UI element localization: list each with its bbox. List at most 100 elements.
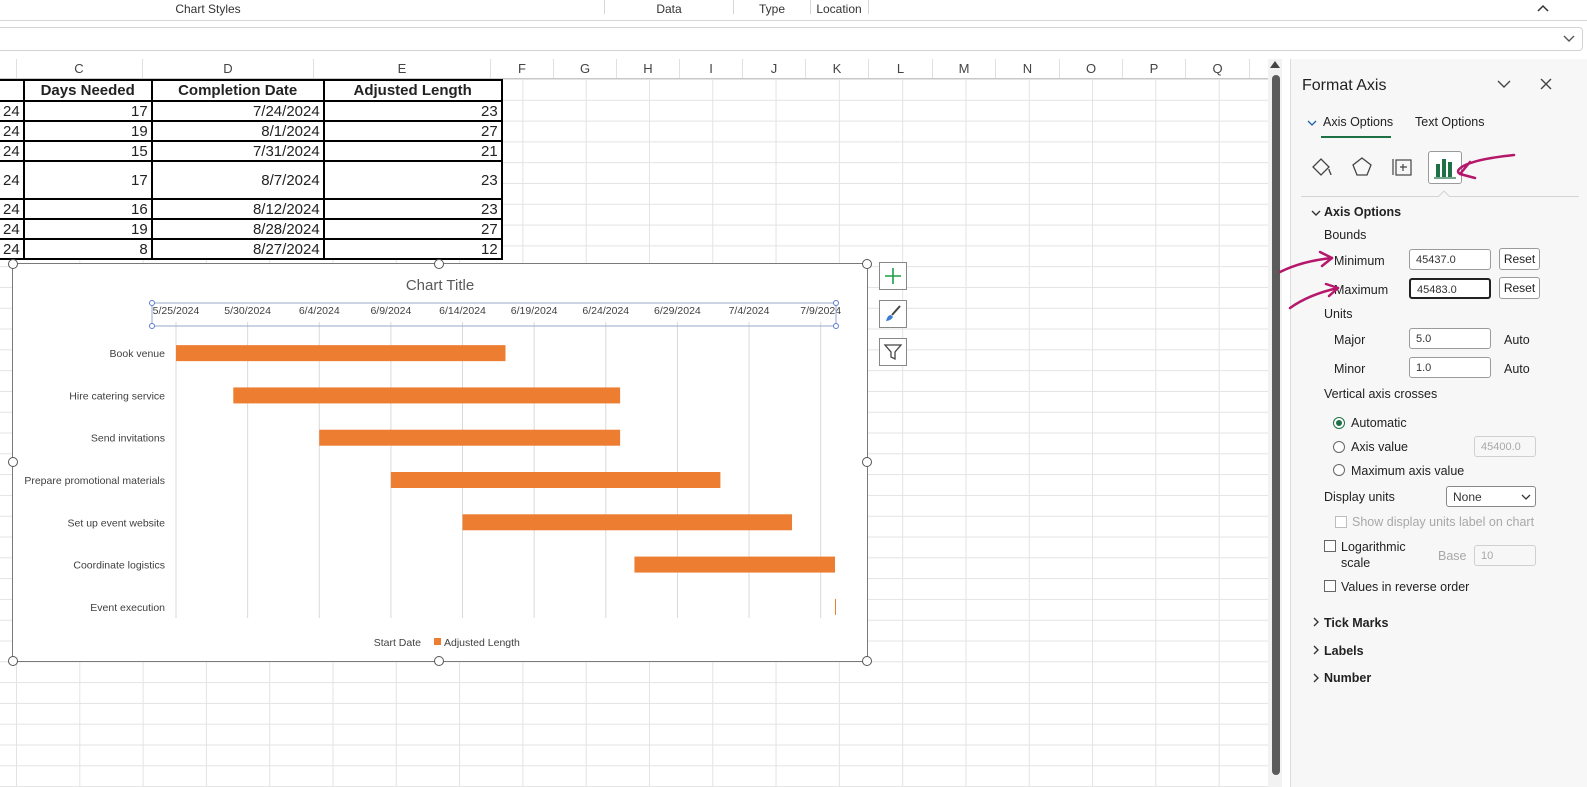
table-cell[interactable]: 8/7/2024 — [150, 160, 325, 200]
partial-cell[interactable] — [0, 79, 25, 102]
partial-cell[interactable]: 24 — [0, 218, 25, 240]
minor-auto-button[interactable]: Auto — [1504, 362, 1530, 376]
table-cell[interactable]: 17 — [22, 100, 153, 122]
table-cell[interactable]: 12 — [322, 238, 503, 260]
column-header-o[interactable]: O — [1060, 59, 1123, 78]
table-cell[interactable]: 23 — [322, 160, 503, 200]
logarithmic-scale-checkbox[interactable] — [1324, 540, 1336, 552]
resize-handle[interactable] — [434, 259, 444, 269]
chart-elements-button[interactable] — [879, 262, 907, 290]
section-collapsed-icon[interactable] — [1312, 617, 1320, 627]
resize-handle[interactable] — [862, 656, 872, 666]
column-header-j[interactable]: J — [743, 59, 806, 78]
column-header-d[interactable]: D — [143, 59, 314, 78]
resize-handle[interactable] — [8, 656, 18, 666]
table-cell[interactable]: 8/28/2024 — [150, 218, 325, 240]
table-cell[interactable]: 7/31/2024 — [150, 140, 325, 162]
table-cell[interactable]: 16 — [22, 198, 153, 220]
logarithmic-scale-label[interactable]: Logarithmic — [1341, 540, 1406, 554]
partial-cell[interactable]: 24 — [0, 100, 25, 122]
table-cell[interactable]: 8/12/2024 — [150, 198, 325, 220]
header-adjusted-length[interactable]: Adjusted Length — [322, 79, 503, 102]
radio-axis-value[interactable] — [1333, 441, 1345, 453]
resize-handle[interactable] — [862, 259, 872, 269]
logarithmic-scale-label-2[interactable]: scale — [1341, 556, 1370, 570]
radio-maximum-axis-value-label[interactable]: Maximum axis value — [1351, 464, 1464, 478]
gantt-chart[interactable]: Chart Title 5/25/2024 5/30/2024 6/4/2024 6/9… — [12, 263, 868, 662]
section-number[interactable]: Number — [1324, 671, 1371, 685]
resize-handle[interactable] — [862, 457, 872, 467]
radio-axis-value-label[interactable]: Axis value — [1351, 440, 1408, 454]
table-cell[interactable]: 8/27/2024 — [150, 238, 325, 260]
table-cell[interactable]: 15 — [22, 140, 153, 162]
collapse-ribbon-icon[interactable] — [1536, 2, 1550, 14]
column-header-i[interactable]: I — [680, 59, 743, 78]
column-header-c[interactable]: C — [16, 59, 143, 78]
section-collapsed-icon[interactable] — [1312, 645, 1320, 655]
minor-input[interactable]: 1.0 — [1409, 357, 1491, 378]
header-completion-date[interactable]: Completion Date — [150, 79, 325, 102]
x-tick-label: 5/30/2024 — [224, 305, 271, 317]
column-header-l[interactable]: L — [869, 59, 933, 78]
show-units-label-checkbox[interactable] — [1335, 516, 1347, 528]
column-header-k[interactable]: K — [806, 59, 869, 78]
x-tick-label: 6/29/2024 — [654, 305, 701, 317]
formula-bar[interactable] — [0, 27, 1583, 51]
table-cell[interactable]: 23 — [322, 198, 503, 220]
column-header-f[interactable]: F — [491, 59, 554, 78]
partial-cell[interactable]: 24 — [0, 160, 25, 200]
section-collapsed-icon[interactable] — [1312, 673, 1320, 683]
table-cell[interactable]: 19 — [22, 120, 153, 142]
column-header-e[interactable]: E — [314, 59, 491, 78]
axis-value-input[interactable]: 45400.0 — [1474, 436, 1536, 457]
reverse-order-checkbox[interactable] — [1324, 580, 1336, 592]
chart-filters-button[interactable] — [879, 338, 907, 366]
partial-cell[interactable]: 24 — [0, 120, 25, 142]
column-header-p[interactable]: P — [1123, 59, 1186, 78]
tab-axis-options[interactable]: Axis Options — [1323, 115, 1393, 129]
major-input[interactable]: 5.0 — [1409, 328, 1491, 349]
partial-cell[interactable]: 24 — [0, 238, 25, 260]
column-header-m[interactable]: M — [933, 59, 996, 78]
show-units-label-text: Show display units label on chart — [1352, 515, 1535, 529]
table-cell[interactable]: 27 — [322, 218, 503, 240]
close-icon[interactable] — [1539, 77, 1553, 91]
header-days-needed[interactable]: Days Needed — [22, 79, 153, 102]
plus-icon — [885, 268, 901, 284]
pane-options-chevron-icon[interactable] — [1497, 79, 1511, 89]
column-header-h[interactable]: H — [617, 59, 680, 78]
column-header-q[interactable]: Q — [1186, 59, 1250, 78]
table-cell[interactable]: 8 — [22, 238, 153, 260]
table-cell[interactable]: 8/1/2024 — [150, 120, 325, 142]
base-input[interactable]: 10 — [1474, 545, 1536, 566]
scroll-up-arrow-icon[interactable] — [1270, 61, 1280, 68]
column-header-n[interactable]: N — [996, 59, 1060, 78]
radio-maximum-axis-value[interactable] — [1333, 464, 1345, 476]
section-labels[interactable]: Labels — [1324, 644, 1364, 658]
major-auto-button[interactable]: Auto — [1504, 333, 1530, 347]
section-tick-marks[interactable]: Tick Marks — [1324, 616, 1388, 630]
chart-styles-button[interactable] — [879, 300, 907, 328]
radio-automatic-label[interactable]: Automatic — [1351, 416, 1407, 430]
resize-handle[interactable] — [8, 457, 18, 467]
category-label: Prepare promotional materials — [24, 475, 165, 487]
tab-text-options[interactable]: Text Options — [1415, 115, 1484, 129]
radio-automatic[interactable] — [1333, 417, 1345, 429]
partial-cell[interactable]: 24 — [0, 140, 25, 162]
partial-cell[interactable]: 24 — [0, 198, 25, 220]
table-cell[interactable]: 21 — [322, 140, 503, 162]
expand-formula-bar-icon[interactable] — [1562, 33, 1576, 45]
table-cell[interactable]: 7/24/2024 — [150, 100, 325, 122]
table-cell[interactable]: 19 — [22, 218, 153, 240]
chart-svg[interactable]: Chart Title 5/25/2024 5/30/2024 6/4/2024 6/9… — [13, 264, 867, 661]
column-header-partial[interactable] — [0, 59, 17, 78]
table-cell[interactable]: 23 — [322, 100, 503, 122]
display-units-select[interactable]: None — [1446, 486, 1536, 507]
table-cell[interactable]: 17 — [22, 160, 153, 200]
chevron-down-icon — [1307, 120, 1317, 126]
resize-handle[interactable] — [434, 656, 444, 666]
resize-handle[interactable] — [8, 259, 18, 269]
reverse-order-label[interactable]: Values in reverse order — [1341, 580, 1469, 594]
column-header-g[interactable]: G — [554, 59, 617, 78]
table-cell[interactable]: 27 — [322, 120, 503, 142]
